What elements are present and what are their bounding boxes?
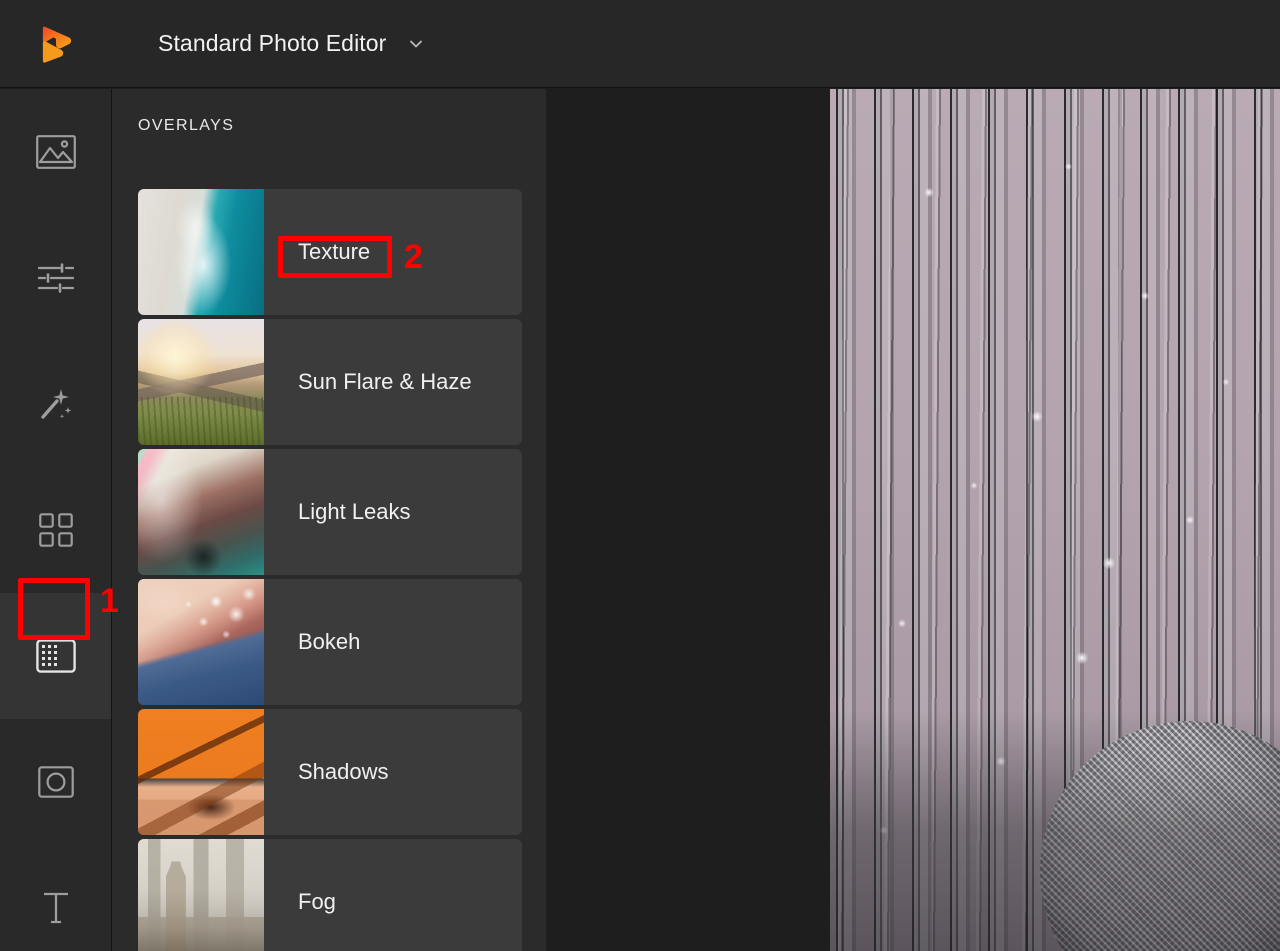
sidebar-item-filters[interactable] — [0, 467, 111, 593]
overlay-item-bokeh[interactable]: Bokeh — [138, 579, 522, 705]
editor-canvas[interactable] — [546, 89, 1280, 951]
grid-icon — [38, 513, 73, 547]
overlays-list: Texture Sun Flare & Haze Light Leaks Bok… — [138, 189, 522, 951]
overlay-thumbnail — [138, 709, 264, 835]
overlay-item-fog[interactable]: Fog — [138, 839, 522, 951]
overlay-item-texture-label: Texture — [298, 239, 371, 264]
logo-container[interactable] — [0, 0, 112, 88]
overlay-item-sun-flare[interactable]: Sun Flare & Haze — [138, 319, 522, 445]
app-root: Standard Photo Editor OVERLAYS Texture S… — [0, 0, 1280, 951]
overlay-item-shadows-label: Shadows — [298, 759, 389, 784]
sidebar-item-overlays[interactable] — [0, 593, 111, 719]
canvas-photo[interactable] — [830, 89, 1280, 951]
overlay-item-shadows[interactable]: Shadows — [138, 709, 522, 835]
tool-rail — [0, 89, 112, 951]
app-header: Standard Photo Editor — [0, 0, 1280, 88]
overlay-thumbnail — [138, 839, 264, 951]
overlay-thumbnail — [138, 319, 264, 445]
overlay-item-fog-label: Fog — [298, 889, 336, 914]
vignette-icon — [37, 766, 74, 798]
page-title: Standard Photo Editor — [158, 30, 387, 56]
sidebar-item-effects[interactable] — [0, 341, 111, 467]
text-icon — [43, 892, 68, 924]
overlays-panel: OVERLAYS Texture Sun Flare & Haze Light … — [112, 89, 546, 951]
overlay-item-light-leaks[interactable]: Light Leaks — [138, 449, 522, 575]
overlay-thumbnail — [138, 449, 264, 575]
sidebar-item-text[interactable] — [0, 845, 111, 951]
overlay-item-bokeh-label: Bokeh — [298, 629, 361, 654]
image-icon — [35, 135, 76, 169]
chevron-down-icon[interactable] — [406, 34, 426, 54]
magic-wand-icon — [40, 389, 71, 419]
panel-title: OVERLAYS — [138, 117, 235, 134]
overlay-thumbnail — [138, 189, 264, 315]
overlay-thumbnail — [138, 579, 264, 705]
overlay-item-texture[interactable]: Texture — [138, 189, 522, 315]
overlay-item-sun-flare-label: Sun Flare & Haze — [298, 369, 472, 394]
app-logo — [42, 26, 72, 63]
sidebar-item-image[interactable] — [0, 89, 111, 215]
sliders-icon — [37, 263, 74, 293]
overlay-item-light-leaks-label: Light Leaks — [298, 499, 411, 524]
overlays-icon — [35, 639, 76, 673]
sidebar-item-adjust[interactable] — [0, 215, 111, 341]
sidebar-item-vignette[interactable] — [0, 719, 111, 845]
